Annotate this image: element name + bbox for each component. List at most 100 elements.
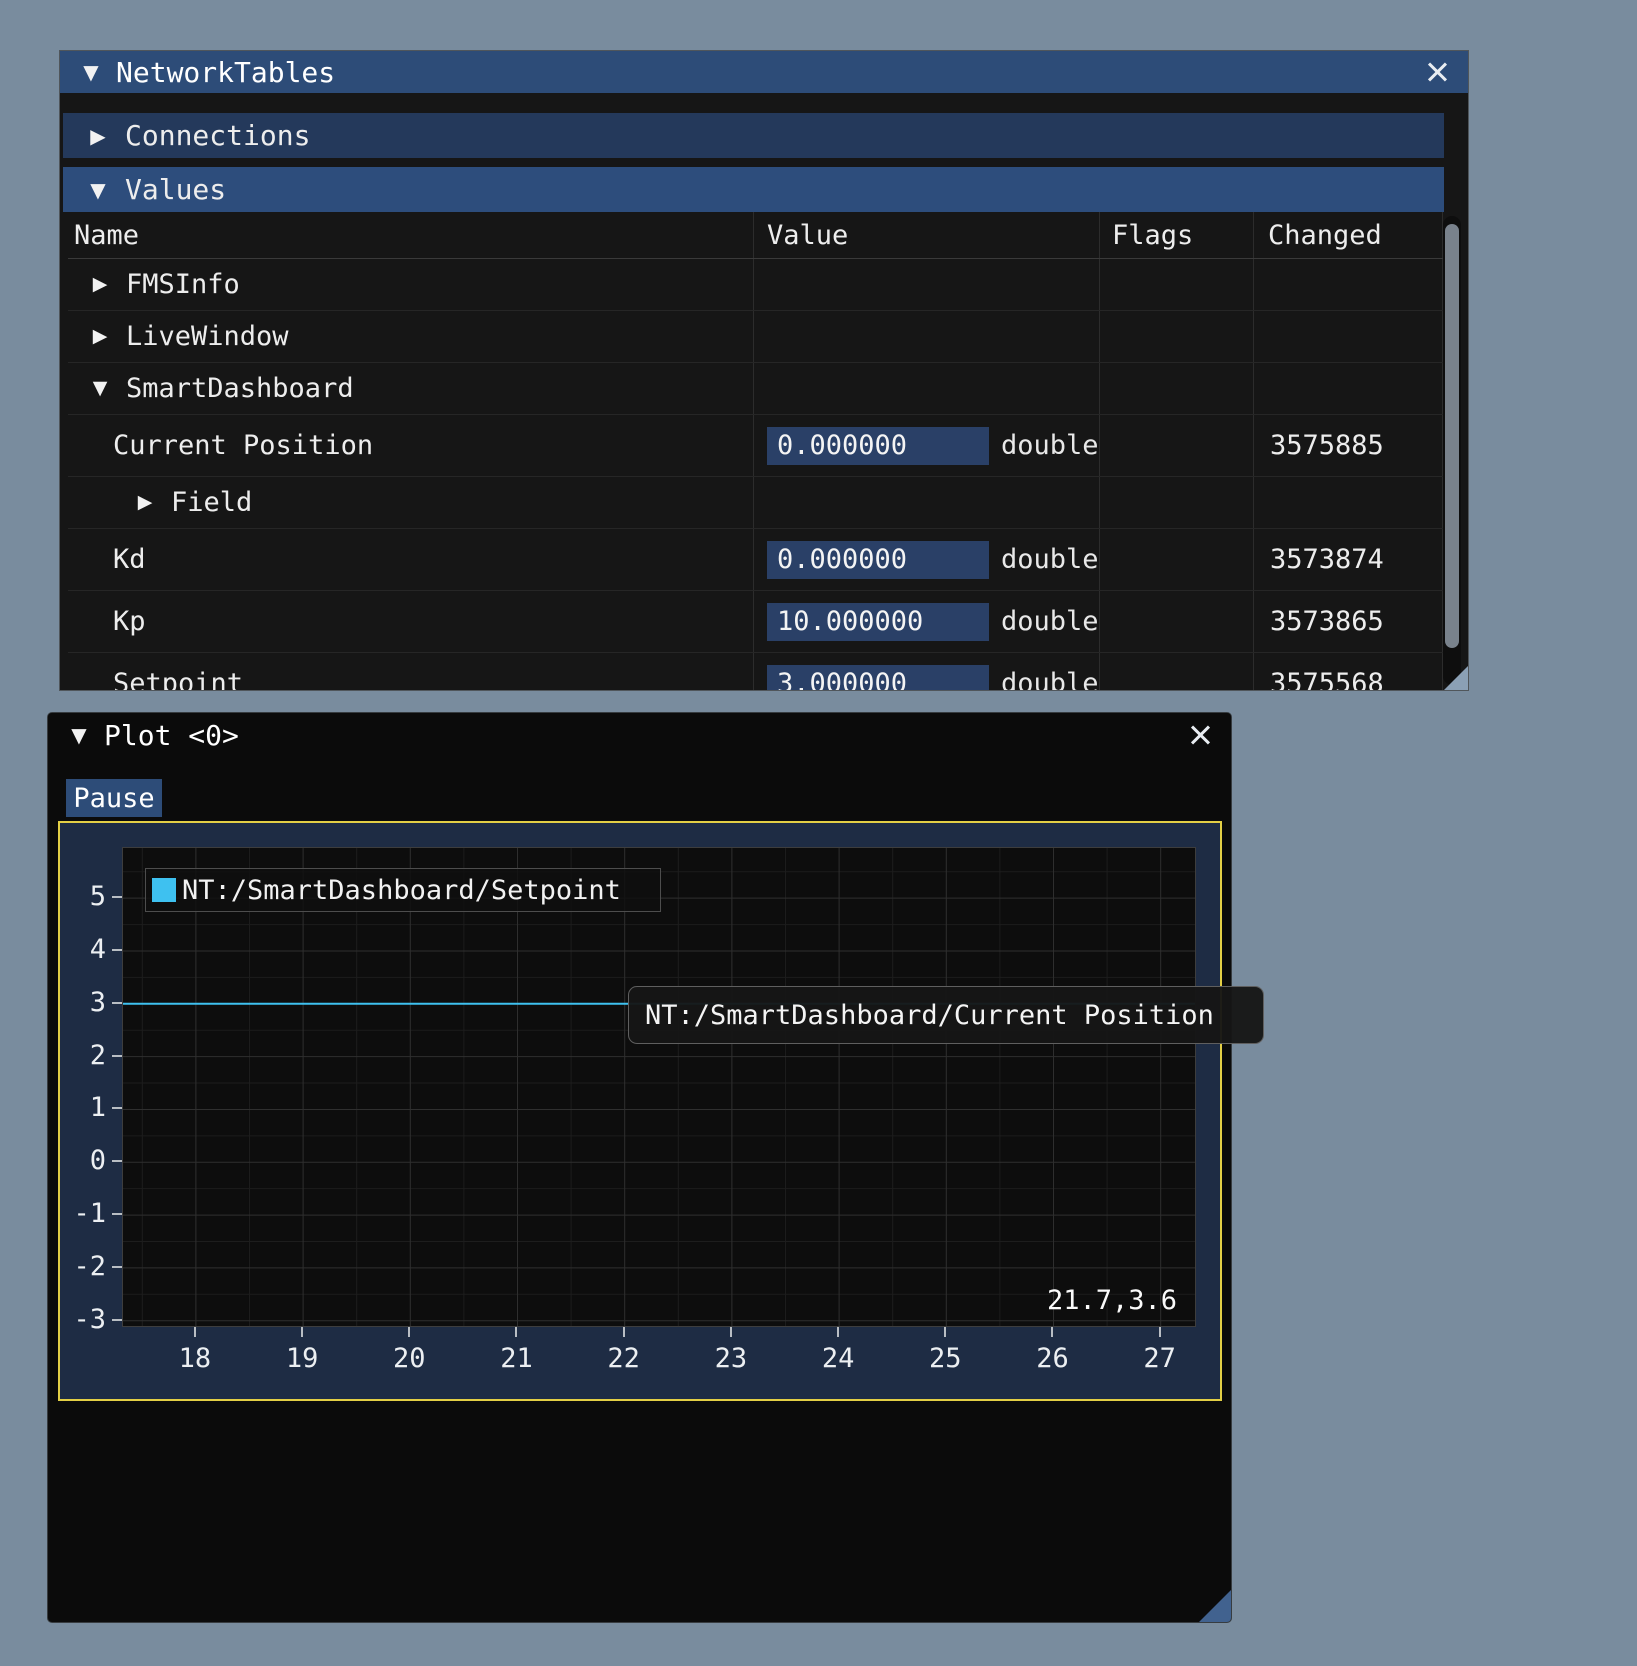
plot-titlebar[interactable]: ▼ Plot <0> [48,713,1231,757]
legend-entry[interactable]: NT:/SmartDashboard/Setpoint [145,868,661,912]
y-tick-label: 1 [60,1092,106,1124]
table-row-kp: Kp 10.000000 double 3573865 [68,591,1443,653]
row-name: SmartDashboard [126,373,354,404]
desktop: ▼ NetworkTables ▶ Connections ▼ Values N… [0,0,1637,1666]
y-tick-mark [112,1107,122,1109]
close-icon [1188,723,1212,747]
y-tick-mark [112,949,122,951]
x-tick-label: 18 [150,1343,240,1374]
tree-row-fmsinfo[interactable]: ▶ FMSInfo [68,259,1443,311]
cursor-position-readout: 21.7,3.6 [1047,1285,1177,1316]
drag-tooltip: NT:/SmartDashboard/Current Position [628,986,1264,1044]
scrollbar-thumb[interactable] [1445,224,1459,648]
table-header-row: Name Value Flags Changed [68,212,1443,259]
tree-row-field[interactable]: ▶ Field [68,477,1443,529]
tree-collapsed-icon[interactable]: ▶ [89,327,111,346]
close-button[interactable] [1183,718,1217,752]
legend-swatch-icon [152,878,176,902]
x-tick-label: 20 [364,1343,454,1374]
column-header-name: Name [68,212,753,258]
y-tick-label: 5 [60,881,106,913]
values-header[interactable]: ▼ Values [63,167,1444,212]
flags-cell [1099,529,1253,590]
table-row-current-position: Current Position 0.000000 double 3575885 [68,415,1443,477]
window-collapse-icon[interactable]: ▼ [68,725,90,745]
x-axis: 18192021222324252627 [122,1327,1196,1399]
x-tick-label: 19 [257,1343,347,1374]
scrollbar-track[interactable] [1443,216,1461,685]
x-tick-mark [623,1327,625,1337]
x-tick-mark [301,1327,303,1337]
x-tick-label: 24 [793,1343,883,1374]
networktables-body: ▶ Connections ▼ Values Name Value Flags … [60,93,1468,690]
x-tick-label: 27 [1115,1343,1205,1374]
value-type-label: double [1001,430,1099,461]
window-title: Plot <0> [104,719,239,752]
tree-expanded-icon[interactable]: ▼ [89,379,111,398]
x-tick-mark [837,1327,839,1337]
row-name: FMSInfo [126,269,240,300]
y-tick-label: -3 [60,1304,106,1336]
tree-row-smartdashboard[interactable]: ▼ SmartDashboard [68,363,1443,415]
x-tick-mark [408,1327,410,1337]
x-tick-label: 21 [471,1343,561,1374]
resize-grip-icon[interactable] [1444,666,1468,690]
window-title: NetworkTables [116,56,335,89]
flags-cell [1099,591,1253,652]
y-tick-label: 2 [60,1040,106,1072]
x-tick-label: 25 [900,1343,990,1374]
row-name: Field [171,487,252,518]
value-input-setpoint[interactable]: 3.000000 [767,665,989,691]
y-tick-mark [112,1160,122,1162]
y-tick-label: 0 [60,1145,106,1177]
x-tick-mark [730,1327,732,1337]
value-input-kp[interactable]: 10.000000 [767,603,989,641]
x-tick-mark [515,1327,517,1337]
close-button[interactable] [1420,55,1454,89]
flags-cell [1099,653,1253,690]
row-name: Setpoint [113,668,243,690]
plot-canvas [123,848,1195,1326]
window-collapse-icon[interactable]: ▼ [80,62,102,82]
tree-collapsed-icon[interactable]: ▶ [89,275,111,294]
resize-grip-icon[interactable] [1199,1590,1231,1622]
tree-expanded-icon: ▼ [87,180,109,200]
value-type-label: double [1001,606,1099,637]
changed-cell: 3573865 [1253,591,1443,652]
changed-cell: 3575885 [1253,415,1443,476]
column-header-value: Value [753,212,1099,258]
tree-row-livewindow[interactable]: ▶ LiveWindow [68,311,1443,363]
column-header-flags: Flags [1099,212,1253,258]
y-tick-mark [112,1213,122,1215]
values-label: Values [125,173,226,206]
changed-cell: 3573874 [1253,529,1443,590]
x-tick-label: 23 [686,1343,776,1374]
flags-cell [1099,415,1253,476]
pause-button[interactable]: Pause [66,779,162,817]
tree-collapsed-icon[interactable]: ▶ [134,493,156,512]
networktables-window: ▼ NetworkTables ▶ Connections ▼ Values N… [59,50,1469,691]
plot-area[interactable]: NT:/SmartDashboard/Setpoint 21.7,3.6 [122,847,1196,1327]
column-header-changed: Changed [1253,212,1443,258]
connections-header[interactable]: ▶ Connections [63,113,1444,158]
x-tick-mark [1051,1327,1053,1337]
changed-cell: 3575568 [1253,653,1443,690]
values-table: Name Value Flags Changed ▶ FMSInfo ▶ Liv [68,212,1443,690]
y-axis: 543210-1-2-3 [60,823,122,1399]
y-tick-mark [112,896,122,898]
row-name: Kd [113,544,146,575]
x-tick-mark [1159,1327,1161,1337]
value-input-current-position[interactable]: 0.000000 [767,427,989,465]
row-name: Kp [113,606,146,637]
value-input-kd[interactable]: 0.000000 [767,541,989,579]
x-tick-mark [194,1327,196,1337]
row-name: LiveWindow [126,321,289,352]
networktables-titlebar[interactable]: ▼ NetworkTables [60,51,1468,93]
legend-label: NT:/SmartDashboard/Setpoint [182,875,621,906]
connections-label: Connections [125,119,310,152]
table-row-setpoint: Setpoint 3.000000 double 3575568 [68,653,1443,690]
table-row-kd: Kd 0.000000 double 3573874 [68,529,1443,591]
x-tick-label: 26 [1007,1343,1097,1374]
y-tick-mark [112,1266,122,1268]
plot-frame: 543210-1-2-3 18192021222324252627 NT:/Sm… [58,821,1222,1401]
